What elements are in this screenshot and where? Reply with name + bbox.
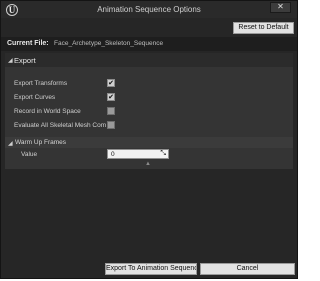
spin-drag-icon[interactable]: ⤡ [160,150,166,158]
collapse-arrow-icon[interactable]: ▲ [145,161,151,167]
export-curves-label: Export Curves [14,94,56,101]
dialog-title: Animation Sequence Options [97,5,201,14]
expanded-triangle-icon: ◢ [8,140,13,147]
warm-up-value-text: 0 [111,151,115,158]
option-row: Record in World Space [5,106,293,119]
cancel-button[interactable]: Cancel [200,263,295,275]
export-transforms-label: Export Transforms [14,80,68,87]
reset-to-default-button[interactable]: Reset to Default [233,22,294,34]
record-world-space-checkbox[interactable] [107,107,115,115]
current-file-bar: Current File: Face_Archetype_Skeleton_Se… [1,37,297,51]
option-row: Evaluate All Skeletal Mesh Components [5,120,293,133]
export-section-title: Export [14,56,36,65]
export-section-header[interactable]: ◢ Export [5,53,293,67]
current-file-value: Face_Archetype_Skeleton_Sequence [54,40,164,47]
warm-up-frames-header[interactable]: ◢ Warm Up Frames [5,137,293,148]
evaluate-skeletal-mesh-label: Evaluate All Skeletal Mesh Components [14,122,106,129]
dialog-window: U Animation Sequence Options ✕ Reset to … [0,0,298,279]
expanded-triangle-icon: ◢ [8,58,13,64]
option-row: Export Transforms ✔ [5,78,293,91]
export-curves-checkbox[interactable]: ✔ [107,93,115,101]
warm-up-value-label: Value [21,151,38,158]
title-bar[interactable]: U Animation Sequence Options ✕ [1,1,297,18]
export-to-animation-sequence-button[interactable]: Export To Animation Sequence [105,263,197,275]
evaluate-skeletal-mesh-checkbox[interactable] [107,121,115,129]
current-file-label: Current File: [7,40,49,47]
options-panel: ◢ Export Export Transforms ✔ Export Curv… [5,53,293,169]
option-row: Export Curves ✔ [5,92,293,105]
export-transforms-checkbox[interactable]: ✔ [107,79,115,87]
close-button[interactable]: ✕ [270,2,291,13]
warm-up-frames-title: Warm Up Frames [15,138,67,146]
record-world-space-label: Record in World Space [14,108,81,115]
warm-up-value-field[interactable]: 0 ⤡ [107,149,169,159]
